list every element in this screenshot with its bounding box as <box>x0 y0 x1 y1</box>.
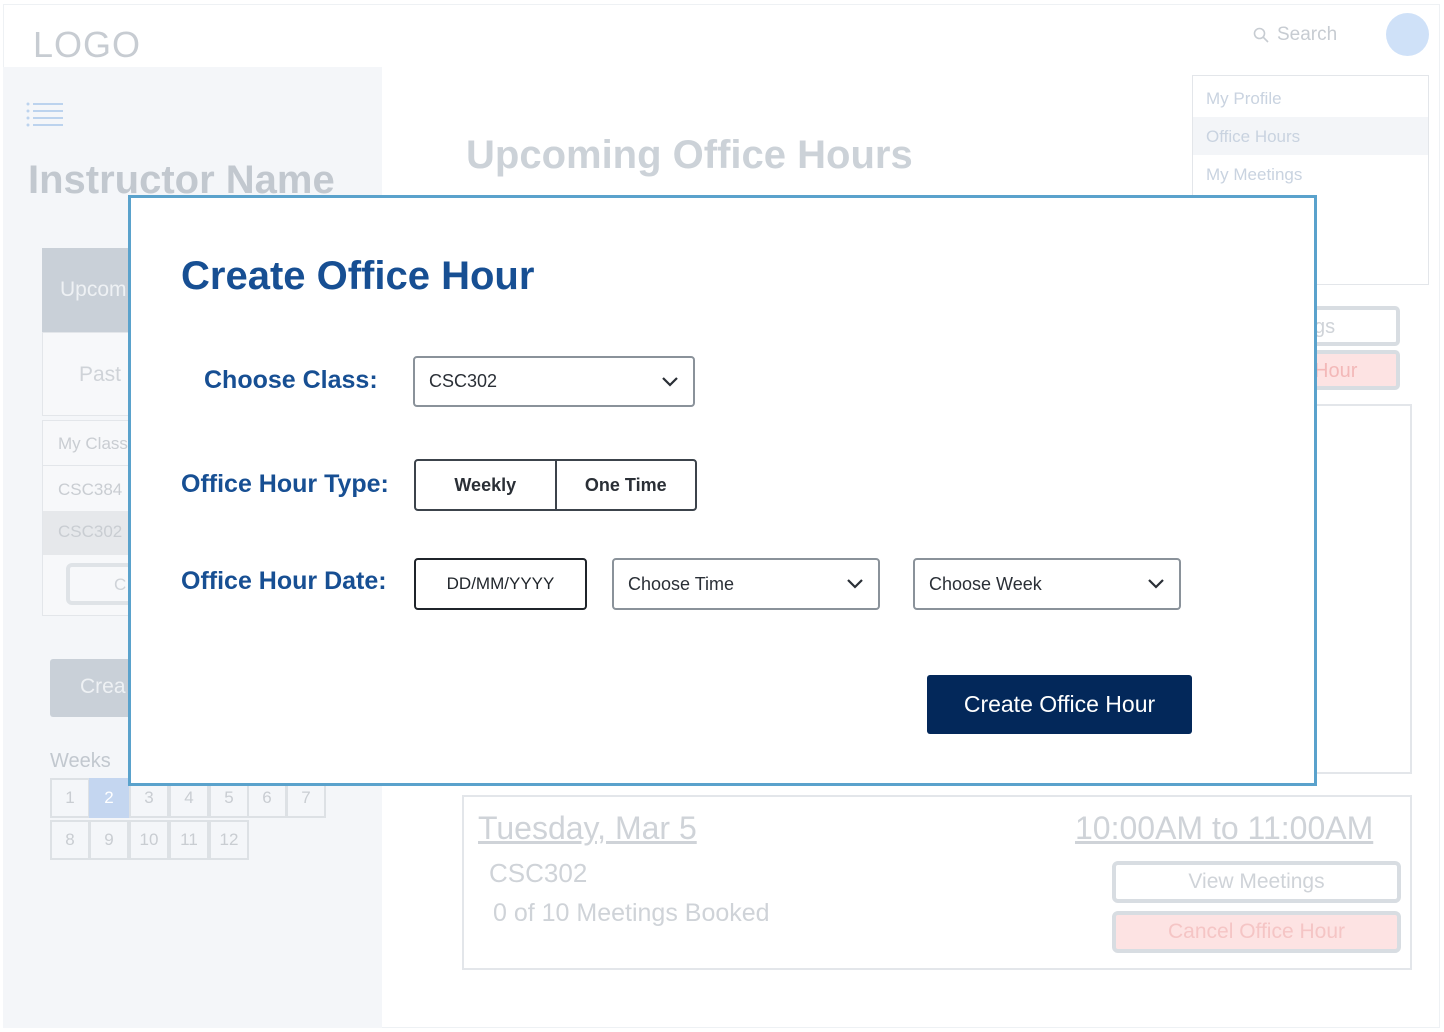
week-select[interactable]: Choose Week <box>913 558 1181 610</box>
menu-item-my-profile[interactable]: My Profile <box>1193 79 1428 117</box>
type-option-one-time[interactable]: One Time <box>554 461 696 509</box>
tab-past[interactable]: Past <box>42 332 142 416</box>
logo: LOGO <box>33 24 142 65</box>
card-date: Tuesday, Mar 5 <box>478 810 697 846</box>
my-classes-label: My Class <box>58 434 128 453</box>
week-cell-10[interactable]: 10 <box>129 820 169 860</box>
time-select-placeholder: Choose Time <box>628 573 735 594</box>
card-class: CSC302 <box>489 858 588 888</box>
cancel-office-hour-button[interactable]: Cancel Office Hour <box>1112 911 1401 953</box>
modal-title: Create Office Hour <box>181 254 535 298</box>
week-cell-1[interactable]: 1 <box>50 778 90 818</box>
chevron-down-icon <box>847 579 863 589</box>
class-item-csc384[interactable]: CSC384 <box>43 465 141 511</box>
choose-class-label: Choose Class: <box>204 366 378 394</box>
class-select-value: CSC302 <box>429 371 498 391</box>
week-cell-12[interactable]: 12 <box>209 820 249 860</box>
week-cell-11[interactable]: 11 <box>169 820 209 860</box>
tab-upcoming[interactable]: Upcom <box>42 248 142 332</box>
avatar[interactable] <box>1386 13 1429 56</box>
office-hour-type-toggle: Weekly One Time <box>414 459 697 511</box>
week-cell-2[interactable]: 2 <box>89 778 129 818</box>
weeks-label: Weeks <box>50 750 111 772</box>
search[interactable]: Search <box>1253 24 1337 46</box>
class-item-csc302[interactable]: CSC302 <box>43 511 141 555</box>
hamburger-menu-icon[interactable] <box>26 102 64 128</box>
time-select[interactable]: Choose Time <box>612 558 880 610</box>
week-select-placeholder: Choose Week <box>929 573 1042 594</box>
menu-item-office-hours[interactable]: Office Hours <box>1193 117 1428 155</box>
search-icon <box>1253 27 1269 43</box>
chevron-down-icon <box>1148 579 1164 589</box>
search-label: Search <box>1277 24 1338 45</box>
type-option-weekly[interactable]: Weekly <box>416 461 555 509</box>
card-booked-count: 0 of 10 Meetings Booked <box>493 899 770 927</box>
card-time: 10:00AM to 11:00AM <box>1075 810 1374 846</box>
menu-item-my-meetings[interactable]: My Meetings <box>1193 155 1428 193</box>
view-meetings-button[interactable]: View Meetings <box>1112 861 1401 903</box>
office-hour-date-label: Office Hour Date: <box>181 567 387 595</box>
chevron-down-icon <box>662 376 678 387</box>
office-hour-type-label: Office Hour Type: <box>181 470 389 498</box>
date-input[interactable]: DD/MM/YYYY <box>414 558 587 610</box>
week-cell-9[interactable]: 9 <box>89 820 129 860</box>
page-title: Upcoming Office Hours <box>466 133 913 177</box>
class-select[interactable]: CSC302 <box>413 356 695 407</box>
week-cell-8[interactable]: 8 <box>50 820 90 860</box>
create-office-hour-button[interactable]: Create Office Hour <box>927 675 1192 734</box>
